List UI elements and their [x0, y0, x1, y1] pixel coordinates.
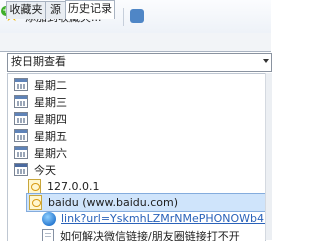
history-scrollbar[interactable] — [265, 73, 272, 240]
calendar-icon — [14, 129, 28, 142]
chevron-down-icon — [263, 59, 269, 63]
history-day-item[interactable]: 星期五 — [14, 127, 67, 144]
tab-feeds[interactable]: 源 — [45, 1, 66, 19]
history-entry-item[interactable]: link?url=YskmhLZMrNMePHONOWb4k6mh — [42, 210, 266, 227]
tab-favorites[interactable]: 收藏夹 — [6, 1, 46, 19]
calendar-icon — [14, 163, 28, 176]
history-day-item[interactable]: 星期三 — [14, 93, 67, 110]
history-entry-item[interactable]: 如何解决微信链接/朋友圈链接打不开 — [42, 227, 240, 241]
history-day-label: 星期二 — [34, 77, 67, 93]
history-site-label: 127.0.0.1 — [47, 180, 99, 193]
pin-panel-icon[interactable] — [130, 9, 144, 23]
calendar-icon — [14, 95, 28, 108]
history-day-label: 星期四 — [34, 111, 67, 127]
history-day-label: 星期三 — [34, 94, 67, 110]
history-day-item[interactable]: 星期六 — [14, 144, 67, 161]
history-day-item[interactable]: 星期二 — [14, 76, 67, 93]
site-folder-icon — [28, 179, 41, 194]
site-folder-icon — [29, 195, 42, 210]
history-view-select-value: 按日期查看 — [11, 55, 66, 69]
history-day-today[interactable]: 今天 — [14, 161, 56, 178]
history-day-label: 星期五 — [34, 128, 67, 144]
page-icon — [42, 229, 54, 241]
history-site-label: baidu (www.baidu.com) — [48, 196, 178, 209]
history-day-item[interactable]: 星期四 — [14, 110, 67, 127]
calendar-icon — [14, 146, 28, 159]
history-tree: 星期二 星期三 星期四 星期五 星期六 今天 127.0.0.1 baidu (… — [7, 73, 266, 241]
toolbar-divider — [123, 8, 124, 26]
history-entry-link[interactable]: link?url=YskmhLZMrNMePHONOWb4k6mh — [61, 212, 266, 225]
tab-history[interactable]: 历史记录 — [65, 0, 115, 19]
calendar-icon — [14, 112, 28, 125]
tab-strip — [0, 33, 271, 52]
history-entry-label: 如何解决微信链接/朋友圈链接打不开 — [60, 228, 240, 241]
globe-icon — [42, 212, 56, 226]
history-day-label: 今天 — [34, 162, 56, 178]
history-view-select[interactable]: 按日期查看 — [7, 53, 272, 72]
history-day-label: 星期六 — [34, 145, 67, 161]
calendar-icon — [14, 78, 28, 91]
